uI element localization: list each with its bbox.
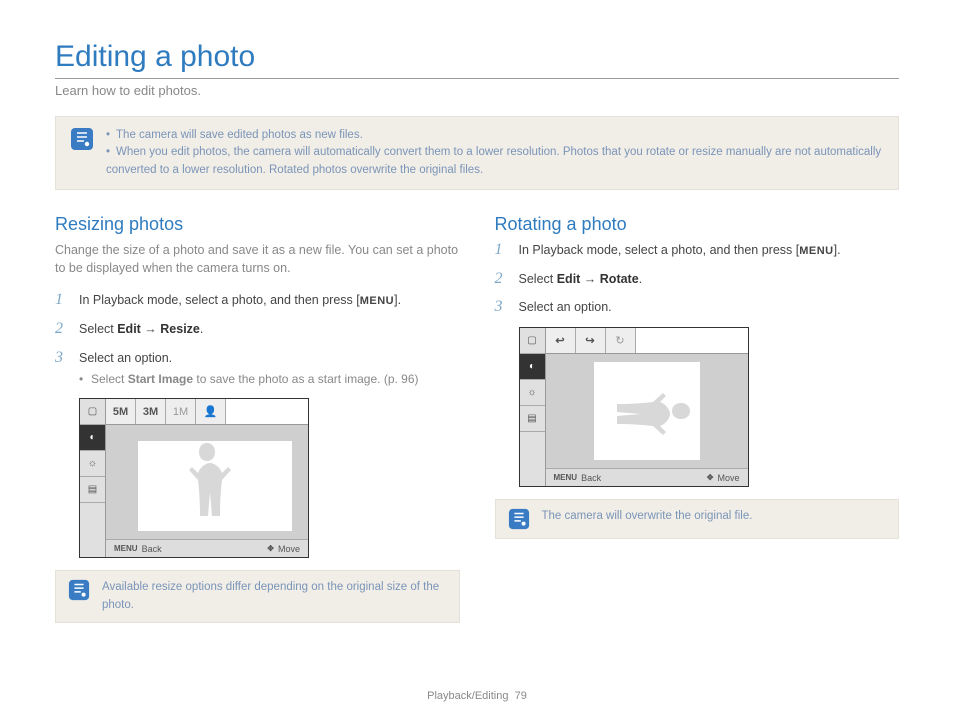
step-number: 3 [495, 298, 509, 317]
tool-btn: 👤 [196, 399, 226, 424]
step-number: 3 [55, 349, 69, 389]
step-number: 1 [55, 291, 69, 310]
tool-btn: 3M [136, 399, 166, 424]
screen-toolbar: ↩ ↪ ↻ [546, 328, 748, 354]
note-icon [508, 508, 530, 530]
step-item: 2 Select Edit → Resize. [55, 320, 460, 339]
step-body: Select Edit → Rotate. [519, 270, 900, 289]
step-body: In Playback mode, select a photo, and th… [79, 291, 460, 310]
menu-key: MENU [360, 295, 394, 307]
page-title: Editing a photo [55, 40, 899, 79]
step-number: 2 [495, 270, 509, 289]
sidebar-btn-active: ◐ [520, 354, 545, 380]
screen-canvas-bg [546, 354, 748, 468]
resizing-sub: Change the size of a photo and save it a… [55, 241, 460, 277]
resizing-heading: Resizing photos [55, 214, 460, 235]
tool-btn: 1M [166, 399, 196, 424]
rotating-steps: 1 In Playback mode, select a photo, and … [495, 241, 900, 317]
sidebar-btn: ▤ [520, 406, 545, 432]
resize-note-box: Available resize options differ dependin… [55, 570, 460, 623]
step-item: 2 Select Edit → Rotate. [495, 270, 900, 289]
page-subtitle: Learn how to edit photos. [55, 83, 899, 98]
step-number: 1 [495, 241, 509, 260]
step-number: 2 [55, 320, 69, 339]
screen-footer: MENUBack ✥Move [106, 539, 308, 557]
sidebar-btn: ▢ [80, 399, 105, 425]
resize-screen-mock: ▢ ◐ ☼ ▤ 5M 3M 1M 👤 1984 X 1488 MEN [79, 398, 309, 558]
screen-sidebar: ▢ ◐ ☼ ▤ [520, 328, 546, 486]
top-note-list: The camera will save edited photos as ne… [106, 127, 884, 179]
footer-back: MENUBack [554, 473, 602, 483]
screen-canvas [138, 441, 292, 531]
step-body: Select an option. [519, 298, 900, 317]
sidebar-btn: ▤ [80, 477, 105, 503]
note-icon [70, 127, 94, 151]
top-note-item: When you edit photos, the camera will au… [106, 144, 884, 179]
person-silhouette-icon [182, 441, 232, 531]
sidebar-btn-active: ◐ [80, 425, 105, 451]
rotate-note-box: The camera will overwrite the original f… [495, 499, 900, 539]
note-icon [68, 579, 90, 601]
resizing-steps: 1 In Playback mode, select a photo, and … [55, 291, 460, 388]
screen-toolbar: 5M 3M 1M 👤 [106, 399, 308, 425]
step-item: 3 Select an option. [495, 298, 900, 317]
screen-canvas [594, 362, 700, 460]
top-note-box: The camera will save edited photos as ne… [55, 116, 899, 190]
screen-sidebar: ▢ ◐ ☼ ▤ [80, 399, 106, 557]
step-item: 1 In Playback mode, select a photo, and … [55, 291, 460, 310]
step-body: Select an option. Select Start Image to … [79, 349, 460, 389]
tool-btn: ↻ [606, 328, 636, 353]
step-body: In Playback mode, select a photo, and th… [519, 241, 900, 260]
resize-note-text: Available resize options differ dependin… [102, 579, 447, 614]
step-sub-note: Select Start Image to save the photo as … [79, 370, 460, 388]
left-column: Resizing photos Change the size of a pho… [55, 214, 460, 623]
rotating-heading: Rotating a photo [495, 214, 900, 235]
footer-back: MENUBack [114, 544, 162, 554]
screen-footer: MENUBack ✥Move [546, 468, 748, 486]
rotate-screen-mock: ▢ ◐ ☼ ▤ ↩ ↪ ↻ Right 90˚ MENUBack ✥M [519, 327, 749, 487]
step-item: 1 In Playback mode, select a photo, and … [495, 241, 900, 260]
page-footer: Playback/Editing 79 [0, 690, 954, 702]
person-silhouette-rotated-icon [602, 386, 692, 436]
sidebar-btn: ☼ [520, 380, 545, 406]
step-body: Select Edit → Resize. [79, 320, 460, 339]
tool-btn: ↩ [546, 328, 576, 353]
top-note-item: The camera will save edited photos as ne… [106, 127, 884, 144]
footer-move: ✥Move [707, 473, 740, 483]
screen-canvas-bg [106, 425, 308, 539]
sidebar-btn: ☼ [80, 451, 105, 477]
tool-btn: 5M [106, 399, 136, 424]
menu-key: MENU [799, 245, 833, 257]
footer-move: ✥Move [267, 544, 300, 554]
sidebar-btn: ▢ [520, 328, 545, 354]
tool-btn: ↪ [576, 328, 606, 353]
rotate-note-text: The camera will overwrite the original f… [542, 508, 887, 525]
right-column: Rotating a photo 1 In Playback mode, sel… [495, 214, 900, 623]
step-item: 3 Select an option. Select Start Image t… [55, 349, 460, 389]
